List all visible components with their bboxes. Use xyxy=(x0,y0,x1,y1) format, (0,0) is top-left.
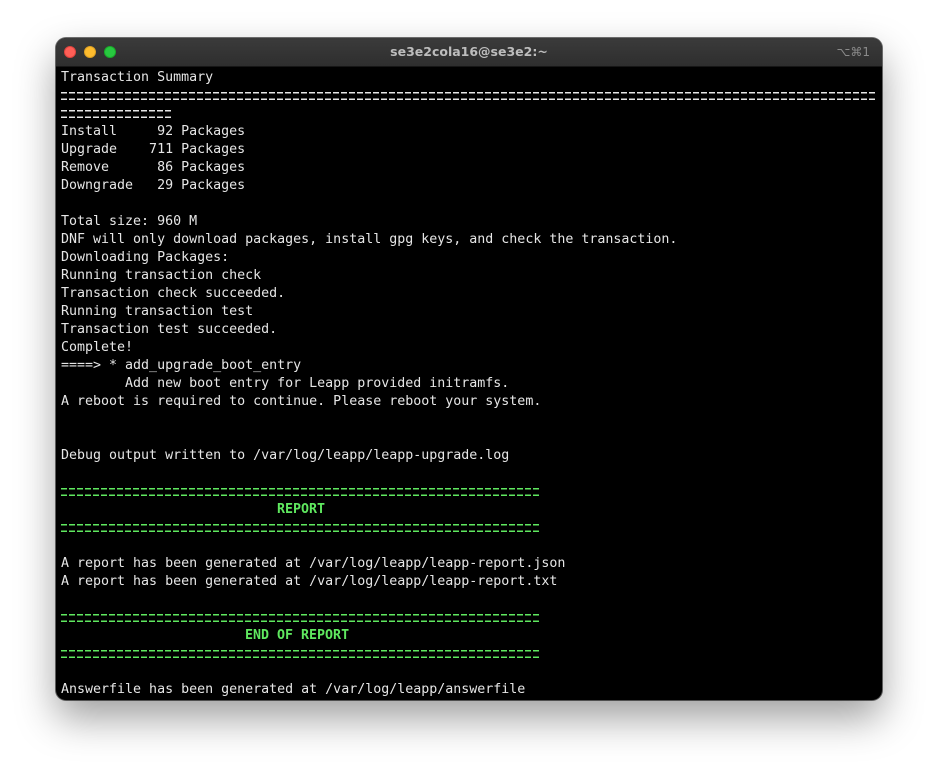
report-heading: REPORT xyxy=(61,501,877,519)
answerfile-line: Answerfile has been generated at /var/lo… xyxy=(61,682,526,697)
end-of-report-heading: END OF REPORT xyxy=(61,627,877,645)
title-bar: se3e2cola16@se3e2:~ ⌥⌘1 xyxy=(56,38,882,67)
boot-entry-line: ====> * add_upgrade_boot_entry xyxy=(61,358,302,373)
dnf-note-line: DNF will only download packages, install… xyxy=(61,232,678,247)
reboot-required-line: A reboot is required to continue. Please… xyxy=(61,394,542,409)
debug-output-line: Debug output written to /var/log/leapp/l… xyxy=(61,448,510,463)
end-report-bottom-separator xyxy=(61,645,877,663)
transaction-summary-heading: Transaction Summary xyxy=(61,70,214,85)
window-shortcut-label: ⌥⌘1 xyxy=(836,45,870,59)
running-check-line: Running transaction check xyxy=(61,268,262,283)
report-heading-text: REPORT xyxy=(277,502,326,517)
end-report-top-separator xyxy=(61,609,877,627)
end-of-report-text: END OF REPORT xyxy=(245,628,350,643)
report-json-line: A report has been generated at /var/log/… xyxy=(61,556,566,571)
downloading-line: Downloading Packages: xyxy=(61,250,230,265)
window-title: se3e2cola16@se3e2:~ xyxy=(390,44,548,59)
test-succeeded-line: Transaction test succeeded. xyxy=(61,322,278,337)
separator-line-continued xyxy=(61,105,877,123)
terminal-output[interactable]: Transaction Summary Install 92 Packages … xyxy=(61,69,877,697)
terminal-window: se3e2cola16@se3e2:~ ⌥⌘1 Transaction Summ… xyxy=(56,38,882,700)
report-txt-line: A report has been generated at /var/log/… xyxy=(61,574,558,589)
package-count-remove: Remove 86 Packages xyxy=(61,160,246,175)
complete-line: Complete! xyxy=(61,340,134,355)
report-bottom-separator xyxy=(61,519,877,537)
boot-entry-description: Add new boot entry for Leapp provided in… xyxy=(61,376,510,391)
package-count-install: Install 92 Packages xyxy=(61,124,246,139)
package-count-downgrade: Downgrade 29 Packages xyxy=(61,178,246,193)
check-succeeded-line: Transaction check succeeded. xyxy=(61,286,286,301)
package-count-upgrade: Upgrade 711 Packages xyxy=(61,142,246,157)
total-size-line: Total size: 960 M xyxy=(61,214,198,229)
report-top-separator xyxy=(61,483,877,501)
separator-line xyxy=(61,87,877,105)
running-test-line: Running transaction test xyxy=(61,304,254,319)
